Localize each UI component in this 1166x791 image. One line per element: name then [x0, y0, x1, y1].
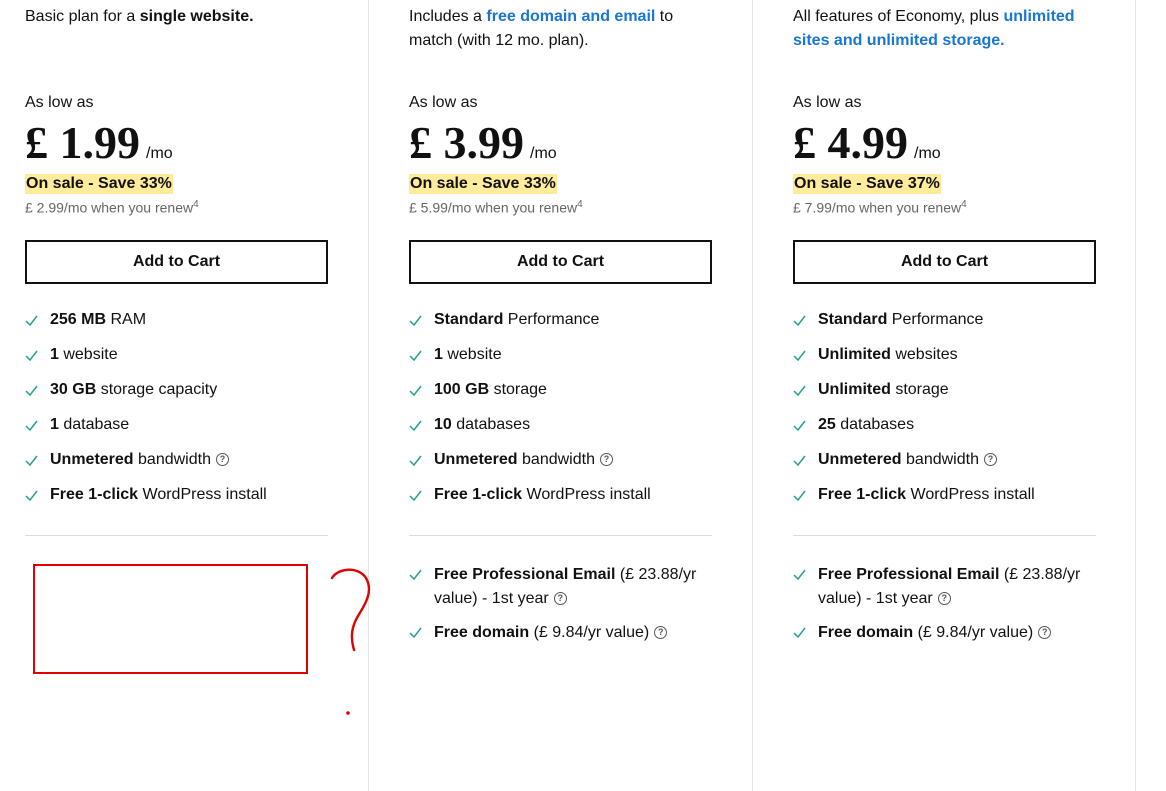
feature-item: Unmetered bandwidth? [409, 449, 729, 484]
price-period: /mo [914, 145, 941, 162]
check-icon [793, 420, 806, 432]
feature-item: Standard Performance [409, 309, 729, 344]
add-to-cart-button[interactable]: Add to Cart [793, 240, 1096, 284]
section-divider [409, 535, 712, 536]
feature-item: 100 GB storage [409, 379, 729, 414]
extra-item: Free domain (£ 9.84/yr value)? [409, 621, 712, 645]
column-divider [752, 0, 753, 791]
help-icon[interactable]: ? [1038, 626, 1052, 640]
extra-item: Free Professional Email (£ 23.88/yr valu… [793, 563, 1096, 611]
sale-badge: On sale - Save 37% [793, 174, 941, 194]
check-icon [25, 350, 38, 362]
price: £ 3.99/mo [409, 116, 557, 170]
price-amount: £ 3.99 [409, 117, 524, 168]
extras-list: Free Professional Email (£ 23.88/yr valu… [409, 563, 712, 655]
section-divider [25, 535, 328, 536]
feature-item: 1 website [409, 344, 729, 379]
feature-list: Standard Performance 1 website 100 GB st… [409, 309, 729, 519]
price-amount: £ 1.99 [25, 117, 140, 168]
feature-item: Free 1-click WordPress install [409, 484, 729, 519]
price-period: /mo [530, 145, 557, 162]
check-icon [793, 627, 806, 639]
price: £ 4.99/mo [793, 116, 941, 170]
help-icon[interactable]: ? [599, 453, 613, 467]
feature-item: 1 website [25, 344, 345, 379]
renew-price: £ 5.99/mo when you renew4 [409, 199, 583, 216]
check-icon [25, 455, 38, 467]
question-mark-annotation [330, 568, 371, 715]
check-icon [793, 315, 806, 327]
plan-card-3: All features of Economy, plus unlimited … [768, 0, 1136, 791]
plan-description: All features of Economy, plus unlimited … [793, 8, 1075, 49]
feature-item: Free 1-click WordPress install [25, 484, 345, 519]
check-icon [409, 315, 422, 327]
check-icon [25, 315, 38, 327]
feature-item: Standard Performance [793, 309, 1113, 344]
add-to-cart-button[interactable]: Add to Cart [409, 240, 712, 284]
check-icon [409, 490, 422, 502]
renew-price: £ 7.99/mo when you renew4 [793, 199, 967, 216]
check-icon [793, 569, 806, 581]
as-low-as-label: As low as [25, 94, 94, 111]
feature-item: 30 GB storage capacity [25, 379, 345, 414]
plan-description: Includes a free domain and email to matc… [409, 8, 674, 49]
check-icon [409, 420, 422, 432]
annotation-box [33, 564, 308, 674]
check-icon [409, 569, 422, 581]
price-amount: £ 4.99 [793, 117, 908, 168]
sale-badge: On sale - Save 33% [409, 174, 557, 194]
help-icon[interactable]: ? [983, 453, 997, 467]
help-icon[interactable]: ? [654, 626, 668, 640]
check-icon [409, 385, 422, 397]
check-icon [25, 490, 38, 502]
check-icon [793, 490, 806, 502]
section-divider [793, 535, 1096, 536]
check-icon [25, 385, 38, 397]
plan-description: Basic plan for a single website. [25, 8, 254, 25]
description-link[interactable]: free domain and email [486, 8, 655, 25]
check-icon [409, 455, 422, 467]
feature-item: 25 databases [793, 414, 1113, 449]
renew-price: £ 2.99/mo when you renew4 [25, 199, 199, 216]
plan-card-2: Includes a free domain and email to matc… [384, 0, 752, 791]
feature-list: Standard Performance Unlimited websites … [793, 309, 1113, 519]
help-icon[interactable]: ? [937, 592, 951, 606]
check-icon [793, 385, 806, 397]
feature-list: 256 MB RAM 1 website 30 GB storage capac… [25, 309, 345, 519]
check-icon [793, 455, 806, 467]
add-to-cart-button[interactable]: Add to Cart [25, 240, 328, 284]
sale-badge: On sale - Save 33% [25, 174, 173, 194]
feature-item: Free 1-click WordPress install [793, 484, 1113, 519]
feature-item: Unlimited storage [793, 379, 1113, 414]
extra-item: Free domain (£ 9.84/yr value)? [793, 621, 1096, 645]
as-low-as-label: As low as [409, 94, 478, 111]
check-icon [409, 627, 422, 639]
price-period: /mo [146, 145, 173, 162]
feature-item: 1 database [25, 414, 345, 449]
as-low-as-label: As low as [793, 94, 862, 111]
check-icon [409, 350, 422, 362]
feature-item: 256 MB RAM [25, 309, 345, 344]
extra-item: Free Professional Email (£ 23.88/yr valu… [409, 563, 712, 611]
feature-item: Unlimited websites [793, 344, 1113, 379]
feature-item: Unmetered bandwidth? [793, 449, 1113, 484]
help-icon[interactable]: ? [215, 453, 229, 467]
check-icon [793, 350, 806, 362]
feature-item: Unmetered bandwidth? [25, 449, 345, 484]
price: £ 1.99/mo [25, 116, 173, 170]
feature-item: 10 databases [409, 414, 729, 449]
help-icon[interactable]: ? [553, 592, 567, 606]
check-icon [25, 420, 38, 432]
extras-list: Free Professional Email (£ 23.88/yr valu… [793, 563, 1096, 655]
